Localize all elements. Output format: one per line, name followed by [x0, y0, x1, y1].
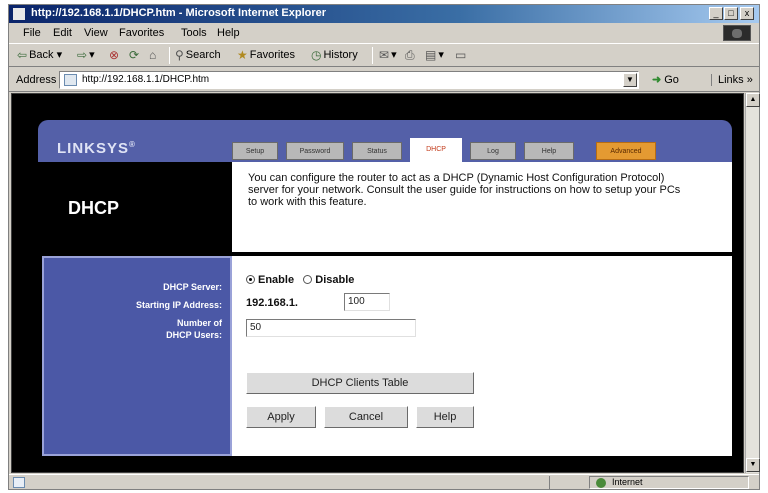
edit-button[interactable]: ▤ ▾: [425, 48, 444, 62]
menu-help[interactable]: Help: [217, 27, 240, 39]
home-icon: ⌂: [149, 48, 157, 62]
mail-button[interactable]: ✉ ▾: [379, 48, 397, 62]
dhcp-server-label: DHCP Server:: [163, 282, 222, 292]
print-icon: ⎙: [405, 48, 415, 62]
status-cells: [549, 476, 589, 489]
tab-log[interactable]: Log: [470, 142, 516, 160]
scroll-down-button[interactable]: ▼: [746, 458, 760, 472]
disable-radio-dot[interactable]: [303, 274, 313, 284]
intro-panel: You can configure the router to act as a…: [232, 162, 732, 252]
address-dropdown-button[interactable]: ▼: [623, 73, 637, 87]
print-button[interactable]: ⎙: [405, 48, 417, 63]
dhcp-clients-table-button[interactable]: DHCP Clients Table: [246, 372, 474, 394]
search-label: Search: [185, 48, 221, 61]
linksys-logo-text: LINKSYS: [57, 140, 130, 157]
security-zone: Internet: [589, 476, 749, 489]
enable-radio-dot[interactable]: [246, 274, 255, 284]
enable-radio[interactable]: Enable: [246, 274, 294, 286]
links-label: Links: [718, 74, 744, 86]
home-button[interactable]: ⌂: [149, 48, 158, 62]
go-arrow-icon: ➜: [652, 74, 662, 86]
mail-icon: ✉: [379, 48, 390, 63]
go-button[interactable]: ➜ Go: [652, 73, 679, 86]
discuss-button[interactable]: ▭: [455, 48, 468, 62]
menu-edit[interactable]: Edit: [53, 27, 72, 39]
toolbar-separator: [372, 47, 373, 64]
disable-radio[interactable]: Disable: [303, 274, 354, 286]
stop-icon: ⊗: [109, 48, 120, 62]
refresh-button[interactable]: ⟳: [129, 48, 141, 62]
address-input[interactable]: http://192.168.1.1/DHCP.htm: [59, 71, 639, 89]
dhcp-server-options: Enable Disable: [246, 274, 354, 286]
starting-ip-input[interactable]: 100: [344, 293, 390, 311]
address-label: Address: [16, 74, 57, 86]
menu-view[interactable]: View: [84, 27, 108, 39]
help-button[interactable]: Help: [416, 406, 474, 428]
standard-toolbar: ⇦ Back ▾ ⇨ ▾ ⊗ ⟳ ⌂ ⚲ Search ★ Favorites ◷ His…: [9, 43, 759, 67]
starting-ip-label: Starting IP Address:: [135, 300, 222, 310]
disable-label: Disable: [315, 274, 355, 286]
window-title: http://192.168.1.1/DHCP.htm - Microsoft …: [31, 7, 327, 19]
intro-text: You can configure the router to act as a…: [248, 172, 681, 208]
search-icon: ⚲: [175, 48, 184, 62]
go-label: Go: [664, 74, 679, 86]
num-users-label-line2: DHCP Users:: [166, 330, 222, 340]
page-title: DHCP: [68, 198, 120, 218]
page-status-icon: [13, 477, 25, 488]
discuss-icon: ▭: [455, 48, 467, 62]
search-button[interactable]: ⚲ Search: [175, 48, 221, 62]
num-users-label-line1: Number of: [177, 318, 222, 328]
back-button[interactable]: ⇦ Back ▾: [17, 48, 62, 62]
favorites-label: Favorites: [249, 48, 296, 61]
refresh-icon: ⟳: [129, 48, 140, 62]
forward-button[interactable]: ⇨ ▾: [77, 48, 95, 62]
back-arrow-icon: ⇦: [17, 48, 28, 63]
ip-prefix: 192.168.1.: [246, 297, 298, 309]
ie-page-icon: [12, 7, 26, 21]
forward-arrow-icon: ⇨: [77, 48, 88, 63]
tab-setup[interactable]: Setup: [232, 142, 278, 160]
browser-window: http://192.168.1.1/DHCP.htm - Microsoft …: [8, 4, 760, 490]
close-button[interactable]: x: [740, 7, 754, 20]
page-icon: [64, 74, 77, 86]
favorites-icon: ★: [237, 48, 248, 62]
title-bar: http://192.168.1.1/DHCP.htm - Microsoft …: [9, 5, 759, 23]
menu-favorites[interactable]: Favorites: [119, 27, 164, 39]
form-labels-panel: DHCP Server: Starting IP Address: Number…: [42, 256, 232, 456]
ie-throbber-icon: [723, 25, 751, 41]
stop-button[interactable]: ⊗: [109, 48, 121, 62]
toolbar-separator: [169, 47, 170, 64]
history-icon: ◷: [311, 48, 322, 62]
tab-help[interactable]: Help: [524, 142, 574, 160]
enable-label: Enable: [258, 274, 295, 286]
num-dhcp-users-input[interactable]: 50: [246, 319, 416, 337]
registered-mark: ®: [129, 140, 136, 149]
page-viewport: LINKSYS® Setup Password Status DHCP Log …: [11, 93, 744, 473]
address-bar: Address http://192.168.1.1/DHCP.htm ▼ ➜ G…: [9, 68, 759, 92]
zone-label: Internet: [612, 477, 643, 487]
menu-file[interactable]: File: [23, 27, 41, 39]
vertical-scrollbar[interactable]: ▲ ▼: [745, 93, 760, 473]
history-label: History: [323, 48, 358, 61]
tab-password[interactable]: Password: [286, 142, 344, 160]
back-label: Back: [29, 49, 54, 61]
linksys-logo: LINKSYS®: [57, 140, 136, 157]
form-fields-panel: Enable Disable 192.168.1. 100 50 DHCP Cl…: [232, 256, 732, 456]
maximize-button[interactable]: □: [724, 7, 738, 20]
tab-status[interactable]: Status: [352, 142, 402, 160]
address-url: http://192.168.1.1/DHCP.htm: [82, 74, 210, 85]
menu-tools[interactable]: Tools: [181, 27, 207, 39]
scroll-up-button[interactable]: ▲: [746, 93, 760, 107]
cancel-button[interactable]: Cancel: [324, 406, 408, 428]
apply-button[interactable]: Apply: [246, 406, 316, 428]
status-bar: Internet: [9, 474, 759, 490]
minimize-button[interactable]: _: [709, 7, 723, 20]
history-button[interactable]: ◷ History: [311, 48, 358, 62]
internet-globe-icon: [596, 478, 606, 488]
links-button[interactable]: Links »: [711, 74, 753, 86]
tab-advanced[interactable]: Advanced: [596, 142, 656, 160]
edit-icon: ▤: [425, 48, 437, 63]
favorites-button[interactable]: ★ Favorites: [237, 48, 295, 62]
menu-bar: File Edit View Favorites Tools Help: [9, 24, 759, 42]
